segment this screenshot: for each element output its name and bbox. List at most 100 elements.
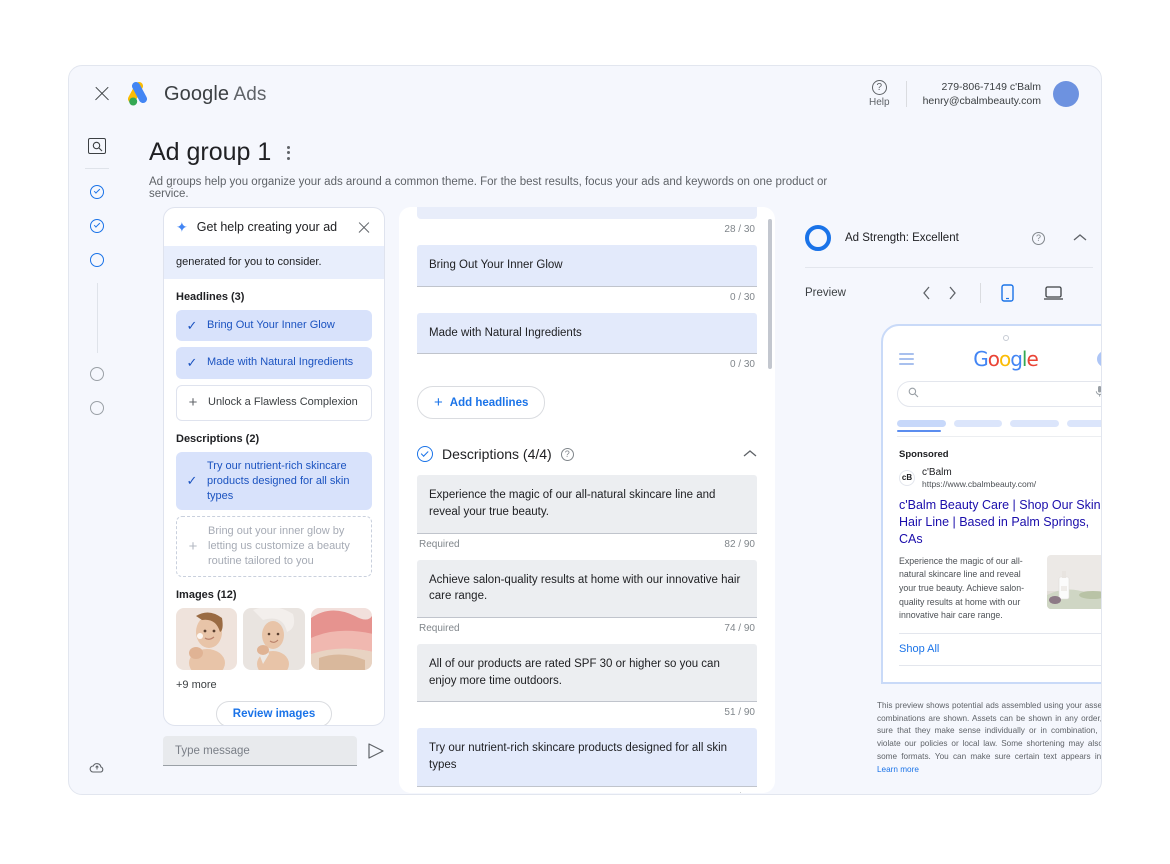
rail-step-active[interactable] [90,243,104,277]
close-icon[interactable] [91,83,113,105]
rail-divider [85,168,109,169]
headline-asset-partial[interactable] [417,207,757,219]
ad-assets-column: 28 / 30 Bring Out Your Inner Glow 0 / 30… [399,207,775,793]
send-icon[interactable] [367,743,385,759]
control-divider [979,283,981,303]
check-circle-icon [417,446,433,463]
rail-step-pending-1[interactable] [90,357,104,391]
headline-counter: 0 / 30 [729,359,755,371]
help-icon[interactable]: ? [560,447,574,461]
chevron-left-icon[interactable] [914,280,940,306]
rail-step-complete-2[interactable] [90,209,104,243]
account-info[interactable]: 279-806-7149 c'Balm henry@cbalmbeauty.co… [907,80,1053,108]
required-label: Required [419,538,460,550]
microphone-icon[interactable] [1095,385,1101,403]
advertiser-name: c'Balm [922,467,952,478]
learn-more-link[interactable]: Learn more [877,765,919,774]
brand-text: Google Ads [164,83,266,106]
add-headlines-label: Add headlines [449,396,529,409]
ad-body: Experience the magic of our all-natural … [899,554,1101,623]
more-images-label: +9 more [176,678,217,691]
brand-google: Google [164,82,230,105]
phone-search-bar[interactable] [897,381,1101,407]
ad-preview-card: Sponsored cB c'Balm https://www.cbalmbea… [883,437,1101,666]
google-ads-brand: Google Ads [127,81,266,107]
check-icon: ✓ [186,355,198,371]
close-icon[interactable] [356,219,372,235]
assistant-headline-item[interactable]: ✓ Made with Natural Ingredients [176,347,372,379]
headline-input[interactable]: Made with Natural Ingredients [417,312,757,355]
preview-label: Preview [805,287,846,299]
plus-icon: + [188,537,198,555]
screenshot-root: Google Ads ? Help 279-806-7149 c'Balm he… [0,0,1170,864]
page-options-icon[interactable] [280,145,296,160]
rail-step-pending-2[interactable] [90,391,104,425]
ad-description: Experience the magic of our all-natural … [899,555,1025,621]
desktop-device-icon[interactable] [1041,280,1067,306]
headline-counter: 0 / 30 [729,291,755,303]
filter-chip[interactable] [953,420,1002,427]
search-box-icon[interactable] [88,138,106,154]
google-ads-logo-icon [127,81,155,107]
ad-headline-link[interactable]: c'Balm Beauty Care | Shop Our Skin & Hai… [899,497,1101,548]
google-ads-window: Google Ads ? Help 279-806-7149 c'Balm he… [68,65,1102,795]
mobile-preview-frame: Google Sponsored cB c'Balm https://www.c… [881,324,1101,684]
filter-chip[interactable] [1010,420,1059,427]
descriptions-section-header[interactable]: Descriptions (4/4) ? [417,435,757,475]
ad-strength-label: Ad Strength: Excellent [845,232,959,244]
preview-controls: Preview [795,268,1101,320]
description-input[interactable]: Achieve salon-quality results at home wi… [417,559,757,619]
help-button[interactable]: ? Help [853,80,906,108]
review-images-button[interactable]: Review images [215,700,333,725]
description-input[interactable]: Experience the magic of our all-natural … [417,475,757,534]
search-icon [908,385,919,403]
add-headlines-button[interactable]: + Add headlines [417,386,546,420]
assistant-descriptions-label: Descriptions (2) [176,432,260,445]
assistant-chat-row [163,736,385,766]
description-meta: Required 74 / 90 [417,618,757,644]
headline-input[interactable]: Bring Out Your Inner Glow [417,245,757,287]
top-bar: Google Ads ? Help 279-806-7149 c'Balm he… [69,66,1101,122]
filter-chip[interactable] [1066,420,1101,427]
assistant-description-item[interactable]: ✓ Try our nutrient-rich skincare product… [176,451,372,511]
image-thumbnail[interactable] [176,607,238,670]
sparkle-icon: ✦ [176,219,188,235]
assistant-description-item[interactable]: + Bring out your inner glow by letting u… [176,516,372,577]
assistant-headline-item[interactable]: ✓ Bring Out Your Inner Glow [176,309,372,342]
hamburger-menu-icon[interactable] [899,353,914,365]
description-meta: Required 82 / 90 [417,534,757,560]
ad-strength-ring-icon [805,225,831,251]
chevron-up-icon[interactable] [743,445,757,463]
help-icon: ? [871,80,887,95]
avatar[interactable] [1053,81,1079,107]
filter-chip[interactable] [897,420,946,427]
ad-sitelink[interactable]: Shop All [899,634,1101,655]
scrollbar-thumb[interactable] [768,219,772,369]
avatar-icon[interactable] [1097,351,1101,367]
chat-message-input[interactable] [163,736,357,766]
chevron-up-icon[interactable] [1073,229,1087,247]
help-icon[interactable]: ? [1032,231,1045,245]
ai-assistant-panel: ✦ Get help creating your ad generated fo… [163,207,385,726]
description-input[interactable]: All of our products are rated SPF 30 or … [417,644,757,703]
image-thumbnail[interactable] [243,607,305,670]
chevron-right-icon[interactable] [940,280,966,306]
advertiser-url: https://www.cbalmbeauty.com/ [922,479,1037,489]
image-thumbnail[interactable] [310,607,372,670]
assistant-headlines-label: Headlines (3) [176,290,245,303]
assistant-title: Get help creating your ad [196,220,338,234]
rail-step-complete-1[interactable] [90,175,104,209]
plus-icon: + [434,394,443,412]
description-input[interactable]: Try our nutrient-rich skincare products … [417,728,757,787]
assistant-images-label: Images (12) [176,588,237,601]
rail-connector [96,283,98,353]
advertiser-row: cB c'Balm https://www.cbalmbeauty.com/ [899,466,1101,489]
description-counter: 82 / 90 [724,538,755,550]
check-icon: ✓ [186,317,198,333]
mobile-device-icon[interactable] [995,280,1021,306]
required-label: Required [419,623,460,635]
assistant-headline-label: Made with Natural Ingredients [207,356,354,369]
cloud-upload-icon[interactable] [89,750,106,784]
assistant-image-thumbnails [176,607,372,670]
assistant-headline-item[interactable]: + Unlock a Flawless Complexion [176,384,372,421]
